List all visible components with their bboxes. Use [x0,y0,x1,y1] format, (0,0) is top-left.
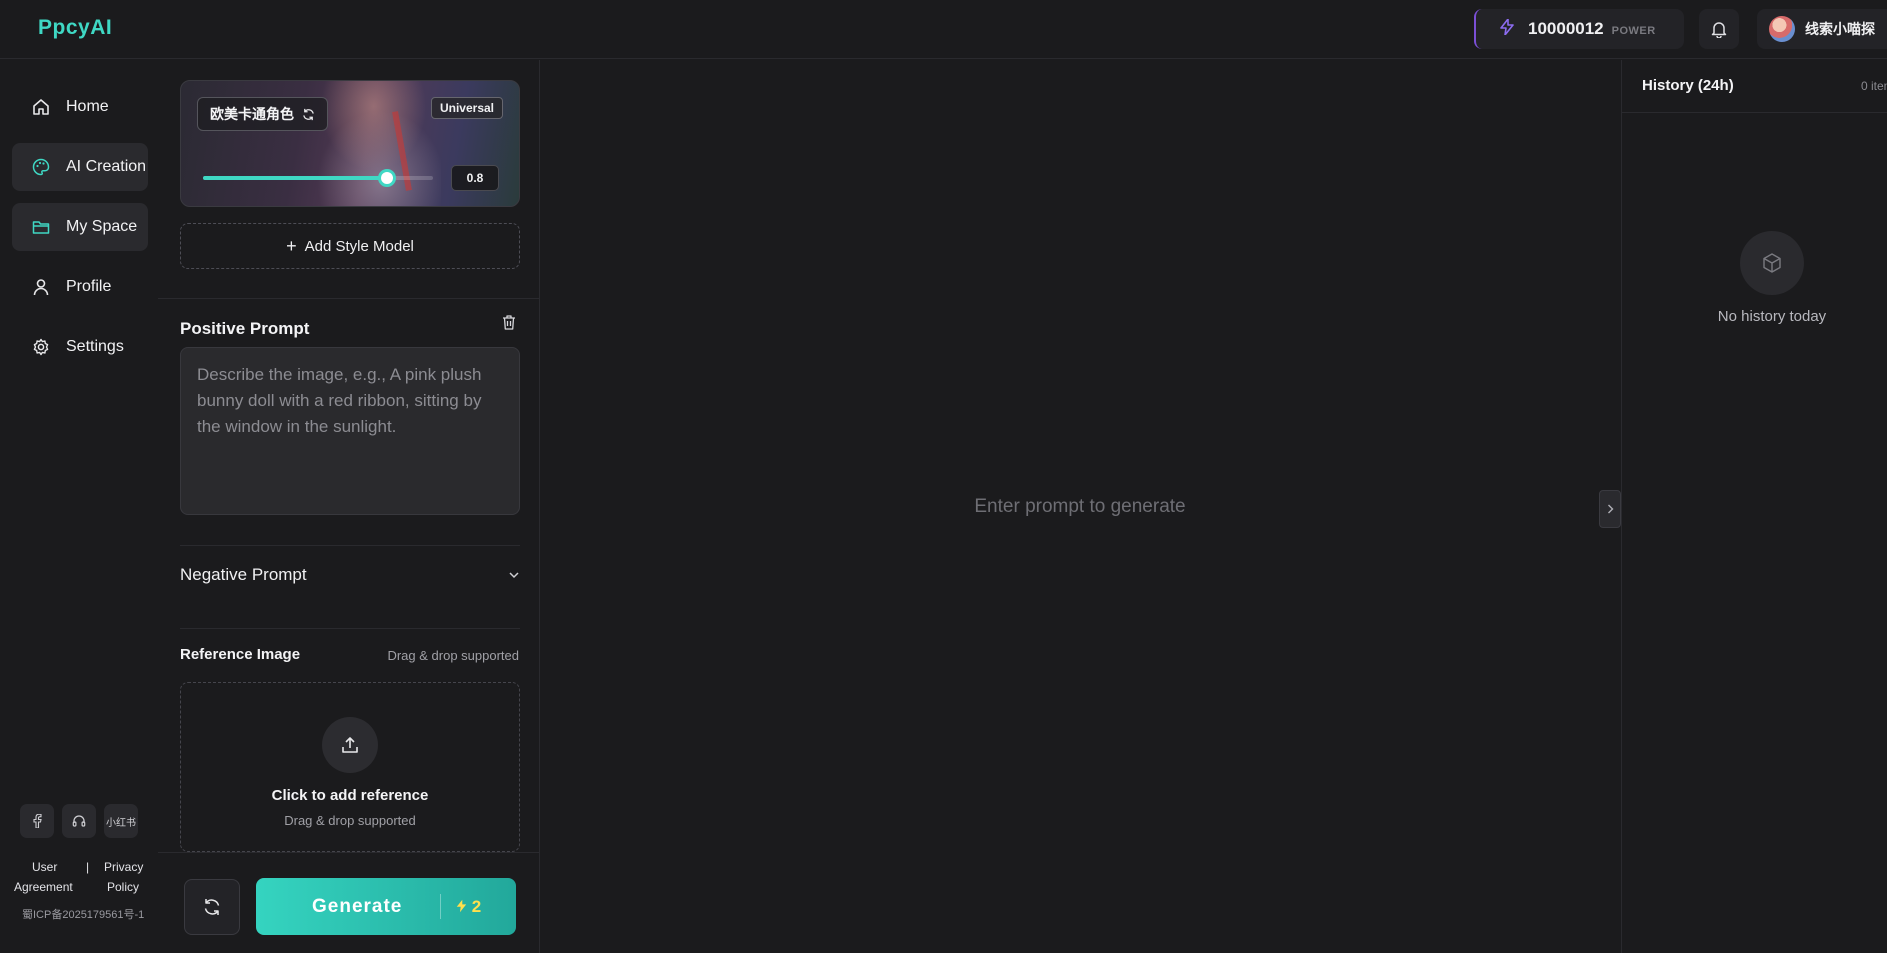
facebook-icon [33,814,42,828]
generate-cost: 2 [456,897,481,917]
sidebar: Home AI Creation My Space Profile Settin… [0,60,158,953]
home-icon [33,99,49,115]
icp-license[interactable]: 蜀ICP备2025179561号-1 [22,906,144,922]
history-count: 0 items [1861,79,1887,93]
generate-button[interactable]: Generate 2 [256,878,516,935]
chevron-down-icon [509,572,519,579]
negative-prompt-title: Negative Prompt [180,565,307,584]
style-model-selector[interactable]: 欧美卡通角色 [197,97,328,131]
history-empty-text: No history today [1717,308,1827,325]
clear-prompt-button[interactable] [502,314,516,335]
style-category-badge: Universal [430,97,503,119]
headset-icon [72,815,86,827]
user-icon [33,279,49,296]
facebook-link[interactable] [20,804,54,838]
legal-separator: | [86,860,90,874]
power-unit: POWER [1611,24,1656,37]
box-icon [1740,231,1804,295]
username: 线索小喵探 [1805,21,1875,37]
slider-fill [203,176,387,180]
upload-title: Click to add reference [271,787,429,804]
history-header: History (24h) 0 items [1622,60,1887,113]
divider [180,545,520,546]
support-link[interactable] [62,804,96,838]
divider [440,894,441,919]
reference-image-title: Reference Image [180,646,301,663]
history-title: History (24h) [1642,77,1734,94]
history-panel: History (24h) 0 items No history today [1621,60,1887,953]
gear-icon [33,338,49,356]
sidebar-item-home[interactable]: Home [12,83,148,131]
privacy-policy-link[interactable]: Privacy [104,857,143,877]
reference-image-hint: Drag & drop supported [387,648,519,663]
generation-panel: 欧美卡通角色 Universal 0.8 + Add Style Model P… [158,60,540,953]
reset-button[interactable] [184,879,240,935]
sidebar-item-label: AI Creation [66,158,147,175]
reference-upload-area[interactable]: Click to add reference Drag & drop suppo… [180,682,520,852]
palette-icon [32,158,50,176]
positive-prompt-field[interactable] [180,347,520,515]
top-bar: PpcyAI 10000012 POWER 线索小喵探 [0,0,1887,59]
upload-hint: Drag & drop supported [284,813,416,828]
negative-prompt-toggle[interactable]: Negative Prompt [180,560,520,590]
sidebar-item-ai-creation[interactable]: AI Creation [12,143,148,191]
style-model-card[interactable]: 欧美卡通角色 Universal 0.8 [180,80,520,207]
trash-icon [503,315,515,330]
user-menu[interactable]: 线索小喵探 [1757,9,1887,49]
divider [180,628,520,629]
sidebar-item-profile[interactable]: Profile [12,263,148,311]
user-agreement-link[interactable]: User [32,857,57,877]
generate-label: Generate [312,895,403,917]
xiaohongshu-link[interactable]: 小红书 [104,804,138,838]
action-bar: Generate 2 [158,852,539,953]
app-logo[interactable]: PpcyAI [38,16,112,40]
sidebar-item-settings[interactable]: Settings [12,323,148,371]
avatar [1769,16,1795,42]
add-style-model-button[interactable]: + Add Style Model [180,223,520,269]
toggle-history-button[interactable] [1599,490,1621,528]
style-weight-value[interactable]: 0.8 [451,165,499,191]
sidebar-item-label: Profile [66,278,112,295]
user-agreement-link-line2[interactable]: Agreement [14,877,73,897]
folder-icon [32,221,50,234]
bell-icon [1711,21,1727,38]
upload-icon [322,717,378,773]
style-model-name: 欧美卡通角色 [210,106,294,122]
slider-handle[interactable] [378,169,396,187]
power-value: 10000012 [1528,19,1604,38]
sidebar-item-label: Settings [66,338,124,355]
power-balance[interactable]: 10000012 POWER [1474,9,1684,49]
privacy-policy-link-line2[interactable]: Policy [107,877,139,897]
style-weight-slider[interactable] [203,169,433,187]
canvas-empty-hint: Enter prompt to generate [974,496,1186,517]
plus-icon: + [286,235,297,256]
preview-canvas: Enter prompt to generate [540,60,1620,953]
sidebar-item-label: Home [66,98,109,115]
positive-prompt-title: Positive Prompt [180,319,310,338]
positive-prompt-input[interactable] [197,362,503,500]
lightning-icon [456,899,467,912]
generate-cost-value: 2 [471,896,482,916]
divider [158,298,540,299]
lightning-icon [1500,18,1514,39]
refresh-icon [303,108,314,120]
social-links: 小红书 [20,804,138,838]
refresh-icon [204,899,220,915]
add-style-label: Add Style Model [304,237,414,255]
sidebar-item-label: My Space [66,218,138,235]
notifications-button[interactable] [1699,9,1739,49]
chevron-right-icon [1607,504,1613,514]
sidebar-item-my-space[interactable]: My Space [12,203,148,251]
